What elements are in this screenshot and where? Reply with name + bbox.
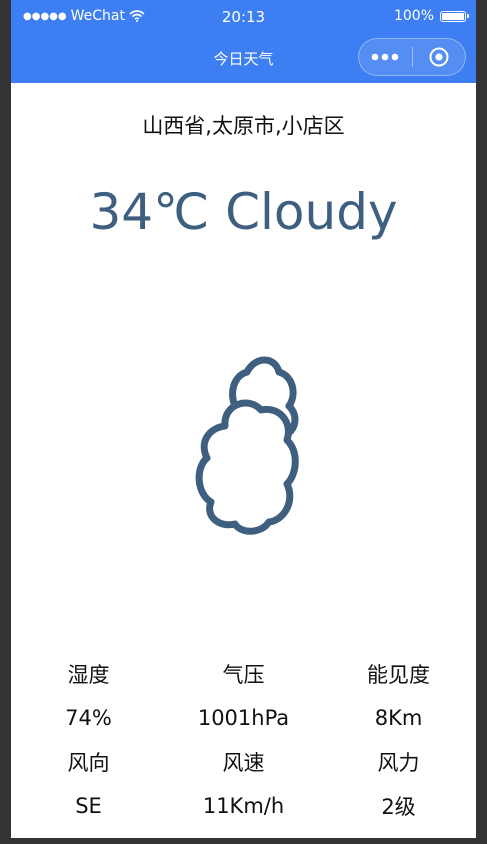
wind-speed-value: 11Km/h — [202, 794, 285, 818]
wind-direction-value: SE — [75, 794, 102, 818]
cloudy-icon — [189, 350, 301, 536]
detail-values-row-1: 74% 1001hPa 8Km — [11, 696, 476, 740]
pressure-label: 气压 — [222, 663, 265, 687]
detail-labels-row-1: 湿度 气压 能见度 — [11, 652, 476, 696]
wind-speed-label: 风速 — [222, 751, 265, 775]
detail-values-row-2: SE 11Km/h 2级 — [11, 784, 476, 828]
location-label: 山西省,太原市,小店区 — [142, 114, 345, 138]
close-button[interactable] — [412, 39, 465, 75]
status-bar: ●●●●● WeChat 20:13 100% — [11, 0, 476, 34]
capsule-menu — [358, 38, 466, 76]
more-dots-icon — [371, 53, 399, 61]
battery-icon — [440, 10, 469, 22]
humidity-label: 湿度 — [67, 663, 110, 687]
status-right: 100% — [393, 8, 469, 24]
wind-force-value: 2级 — [381, 795, 416, 819]
detail-labels-row-2: 风向 风速 风力 — [11, 740, 476, 784]
humidity-value: 74% — [65, 706, 112, 730]
weather-details: 湿度 气压 能见度 74% 1001hPa 8Km 风向 风速 风力 SE 11… — [11, 652, 476, 828]
close-target-icon — [429, 47, 449, 67]
visibility-value: 8Km — [374, 706, 423, 730]
more-button[interactable] — [359, 39, 412, 75]
pressure-value: 1001hPa — [197, 706, 290, 730]
visibility-label: 能见度 — [367, 663, 430, 687]
battery-percent: 100% — [393, 8, 434, 24]
wind-force-label: 风力 — [377, 751, 420, 775]
wind-direction-label: 风向 — [67, 751, 110, 775]
phone-screen: ●●●●● WeChat 20:13 100% 今日天气 山西省,太原市,小店区… — [11, 0, 476, 838]
nav-bar: 今日天气 — [11, 34, 476, 83]
temperature-condition: 34℃ Cloudy — [89, 183, 398, 241]
